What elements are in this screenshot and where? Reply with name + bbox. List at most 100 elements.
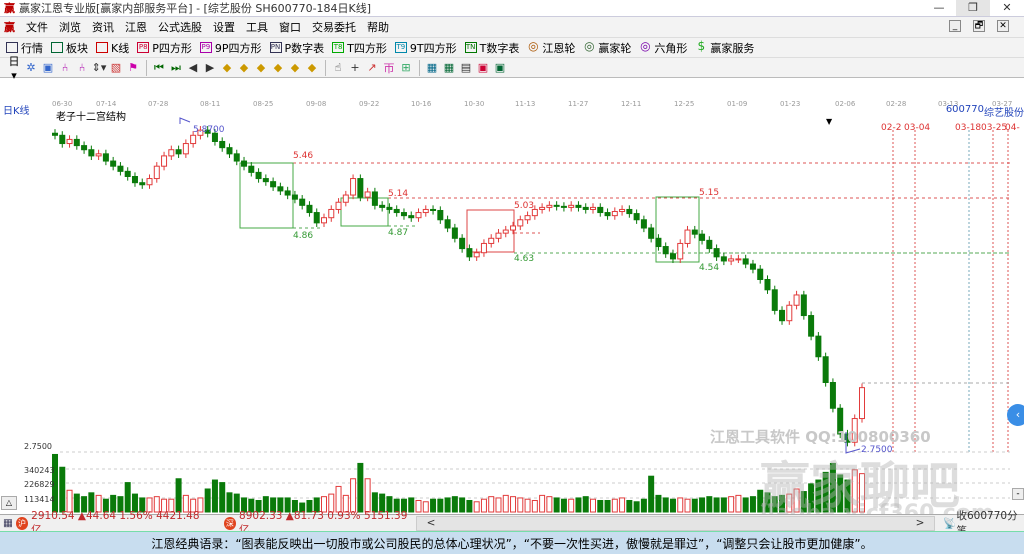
chart-tool-icon[interactable]: 日▾: [6, 53, 22, 82]
candle-body: [590, 206, 596, 210]
chart-tool-icon[interactable]: ↗: [364, 61, 380, 74]
chart-tool-icon[interactable]: +: [347, 61, 363, 74]
volume-bar: [226, 492, 233, 513]
toolbar-button[interactable]: K线: [96, 40, 129, 56]
candle-body: [408, 215, 415, 219]
toolbar-button[interactable]: ◎ 六角形: [639, 40, 687, 56]
candle-body: [793, 294, 800, 306]
menu-item[interactable]: 帮助: [367, 19, 389, 35]
menu-item[interactable]: 交易委托: [312, 19, 356, 35]
candle-body: [430, 208, 437, 211]
mdi-minimize-button[interactable]: _: [949, 20, 961, 32]
chart-tool-icon[interactable]: ◆: [270, 61, 286, 74]
level-label: 4.54: [699, 263, 719, 273]
menu-item[interactable]: 设置: [213, 19, 235, 35]
chart-tool-icon[interactable]: 帀: [381, 60, 397, 76]
toolbar-button[interactable]: PN P数字表: [269, 40, 324, 56]
chart-tool-icon[interactable]: ▣: [475, 61, 491, 74]
candle-body: [648, 227, 655, 239]
chart-tool-icon[interactable]: ◆: [219, 61, 235, 74]
toolbar-button[interactable]: P9 9P四方形: [199, 40, 262, 56]
mdi-restore-button[interactable]: 🗗: [973, 20, 985, 32]
chart-tool-icon[interactable]: ▣: [40, 61, 56, 74]
chart-tool-icon[interactable]: ⑃: [74, 61, 90, 74]
scroll-right-button[interactable]: >: [916, 517, 925, 530]
chart-tool-icon[interactable]: ✲: [23, 61, 39, 74]
volume-bar: [430, 498, 437, 513]
date-tick: 08-11: [200, 100, 220, 108]
toolbar-button[interactable]: ◎ 赢家轮: [583, 40, 631, 56]
date-tick: 10-16: [411, 100, 432, 108]
candle-body: [219, 140, 226, 149]
chart-tool-icon[interactable]: ◀: [185, 61, 201, 74]
candle-body: [52, 132, 58, 136]
volume-bar: [597, 499, 604, 513]
volume-bar: [466, 499, 473, 513]
toolbar-button[interactable]: T9 9T四方形: [394, 40, 457, 56]
stock-code: 600770: [945, 104, 984, 115]
toolbar-glyph-icon: T8: [332, 42, 345, 53]
restore-button[interactable]: ❐: [956, 0, 990, 16]
kline-chart[interactable]: 06-30 07-14 07-28 08-11 08-25 09-08 09-22 10-16…: [0, 96, 1024, 526]
mdi-close-button[interactable]: ✕: [997, 20, 1009, 32]
scroll-left-button[interactable]: <: [427, 517, 436, 530]
chart-tool-icon[interactable]: ⊞: [398, 61, 414, 74]
candle-body: [582, 206, 589, 210]
menu-item[interactable]: 浏览: [59, 19, 81, 35]
menu-item[interactable]: 文件: [26, 19, 48, 35]
volume-bar: [517, 497, 524, 513]
toolbar-button[interactable]: ◎ 江恩轮: [527, 40, 575, 56]
chart-tool-icon[interactable]: ◆: [304, 61, 320, 74]
toggle-panel-button[interactable]: △: [1, 496, 17, 510]
toolbar-glyph-icon: T9: [394, 42, 407, 53]
toolbar-label: 9T四方形: [409, 41, 457, 55]
chart-tool-icon[interactable]: ⏭: [168, 61, 184, 75]
candle-body: [764, 279, 771, 291]
minimize-button[interactable]: —: [922, 0, 956, 16]
chart-tool-icon[interactable]: ◆: [236, 61, 252, 74]
chart-tool-icon[interactable]: ⇕▾: [91, 61, 107, 74]
toolbar-button[interactable]: P8 P四方形: [137, 40, 192, 56]
date-tick: 07-28: [148, 100, 168, 108]
date-tick: 09-08: [306, 100, 326, 108]
menu-item[interactable]: 资讯: [92, 19, 114, 35]
chart-tool-icon[interactable]: ▧: [108, 61, 124, 74]
toolbar-button[interactable]: TN T数字表: [464, 40, 519, 56]
zoom-out-button[interactable]: -: [1012, 488, 1024, 500]
close-button[interactable]: ✕: [990, 0, 1024, 16]
menu-item[interactable]: 工具: [246, 19, 268, 35]
chart-tool-icon[interactable]: ◆: [253, 61, 269, 74]
chart-tool-icon[interactable]: ⏮: [151, 61, 167, 75]
volume-bar: [720, 497, 727, 513]
candle-body: [379, 204, 386, 208]
volume-axis-label: 340243: [24, 466, 55, 475]
toolbar-label: 板块: [66, 41, 88, 55]
candle-body: [241, 160, 248, 167]
volume-bar: [575, 497, 582, 513]
date-tick: 08-25: [253, 100, 273, 108]
chart-tool-icon[interactable]: ⑃: [57, 61, 73, 74]
volume-bar: [560, 498, 567, 513]
candle-body: [640, 219, 647, 229]
chart-tool-icon[interactable]: ☝: [330, 61, 346, 74]
chart-tool-icon[interactable]: ◆: [287, 61, 303, 74]
chart-tool-icon[interactable]: ▦: [441, 61, 457, 74]
chart-tool-icon[interactable]: ▤: [458, 61, 474, 74]
candle-body: [59, 134, 66, 145]
toolbar-button[interactable]: 板块: [51, 40, 88, 56]
chart-tool-icon[interactable]: ▦: [424, 61, 440, 74]
chart-tool-icon[interactable]: ⚑: [125, 61, 141, 74]
chart-tool-icon[interactable]: ▣: [492, 61, 508, 74]
horizontal-scrollbar[interactable]: < >: [415, 515, 936, 531]
stock-name: 综艺股份: [984, 108, 1024, 119]
menu-item[interactable]: 窗口: [279, 19, 301, 35]
toolbar-button[interactable]: T8 T四方形: [332, 40, 387, 56]
date-tick: 10-30: [464, 100, 484, 108]
toolbar-button[interactable]: $ 赢家服务: [695, 40, 755, 56]
chart-tool-icon[interactable]: ▶: [202, 61, 218, 74]
expand-panel-button[interactable]: ‹: [1007, 404, 1024, 426]
menu-item[interactable]: 江恩: [125, 19, 147, 35]
candle-body: [859, 387, 865, 420]
menu-item[interactable]: 公式选股: [158, 19, 202, 35]
date-tick: 11-13: [515, 100, 535, 108]
